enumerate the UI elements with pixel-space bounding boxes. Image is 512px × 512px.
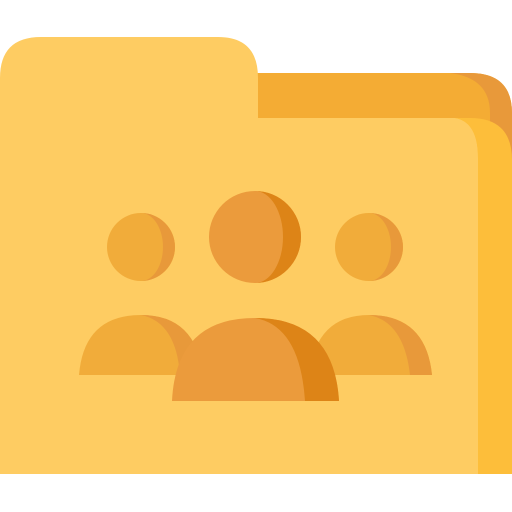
icon-canvas (0, 0, 512, 512)
group-folder-icon (0, 37, 512, 474)
